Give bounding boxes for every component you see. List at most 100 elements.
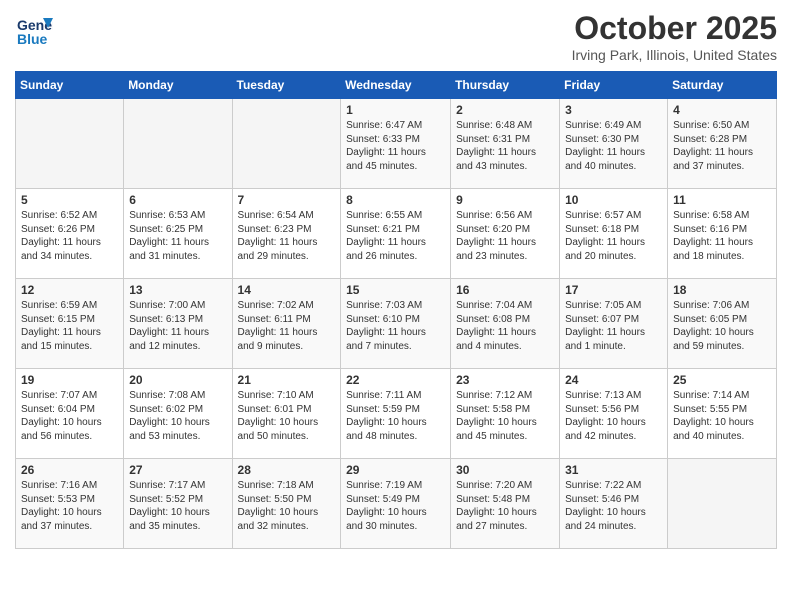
day-number: 6 (129, 193, 226, 207)
day-number: 12 (21, 283, 118, 297)
day-number: 22 (346, 373, 445, 387)
calendar-cell: 15 Sunrise: 7:03 AM Sunset: 6:10 PM Dayli… (341, 279, 451, 369)
calendar-cell: 5 Sunrise: 6:52 AM Sunset: 6:26 PM Daylig… (16, 189, 124, 279)
day-number: 23 (456, 373, 554, 387)
calendar-cell: 30Sunrise: 7:20 AM Sunset: 5:48 PM Dayli… (451, 459, 560, 549)
day-number: 11 (673, 193, 771, 207)
day-info: Sunrise: 7:03 AM Sunset: 6:10 PM Dayligh… (346, 299, 445, 353)
day-number: 19 (21, 373, 118, 387)
day-info: Sunrise: 6:47 AM Sunset: 6:33 PM Dayligh… (346, 119, 445, 173)
calendar-cell: 22Sunrise: 7:11 AM Sunset: 5:59 PM Dayli… (341, 369, 451, 459)
day-info: Sunrise: 7:22 AM Sunset: 5:46 PM Dayligh… (565, 479, 662, 533)
calendar-table: SundayMondayTuesdayWednesdayThursdayFrid… (15, 71, 777, 549)
week-row-2: 5 Sunrise: 6:52 AM Sunset: 6:26 PM Daylig… (16, 189, 777, 279)
calendar-cell: 24 Sunrise: 7:13 AM Sunset: 5:56 PM Dayli… (560, 369, 668, 459)
day-number: 24 (565, 373, 662, 387)
day-number: 7 (238, 193, 336, 207)
calendar-cell: 9Sunrise: 6:56 AM Sunset: 6:20 PM Daylig… (451, 189, 560, 279)
calendar-cell: 7 Sunrise: 6:54 AM Sunset: 6:23 PM Daylig… (232, 189, 341, 279)
calendar-cell (16, 99, 124, 189)
week-row-5: 26 Sunrise: 7:16 AM Sunset: 5:53 PM Dayli… (16, 459, 777, 549)
calendar-cell: 1 Sunrise: 6:47 AM Sunset: 6:33 PM Daylig… (341, 99, 451, 189)
day-info: Sunrise: 7:00 AM Sunset: 6:13 PM Dayligh… (129, 299, 226, 353)
calendar-cell: 11 Sunrise: 6:58 AM Sunset: 6:16 PM Dayli… (668, 189, 777, 279)
weekday-header-thursday: Thursday (451, 72, 560, 99)
calendar-cell (232, 99, 341, 189)
week-row-4: 19 Sunrise: 7:07 AM Sunset: 6:04 PM Dayli… (16, 369, 777, 459)
day-number: 8 (346, 193, 445, 207)
calendar-cell: 2 Sunrise: 6:48 AM Sunset: 6:31 PM Daylig… (451, 99, 560, 189)
day-number: 16 (456, 283, 554, 297)
page-header: General Blue October 2025 Irving Park, I… (15, 10, 777, 63)
day-number: 10 (565, 193, 662, 207)
day-number: 4 (673, 103, 771, 117)
day-info: Sunrise: 6:48 AM Sunset: 6:31 PM Dayligh… (456, 119, 554, 173)
day-info: Sunrise: 7:07 AM Sunset: 6:04 PM Dayligh… (21, 389, 118, 443)
day-number: 20 (129, 373, 226, 387)
day-info: Sunrise: 7:12 AM Sunset: 5:58 PM Dayligh… (456, 389, 554, 443)
day-number: 3 (565, 103, 662, 117)
day-info: Sunrise: 7:10 AM Sunset: 6:01 PM Dayligh… (238, 389, 336, 443)
calendar-cell: 25 Sunrise: 7:14 AM Sunset: 5:55 PM Dayli… (668, 369, 777, 459)
calendar-cell: 3 Sunrise: 6:49 AM Sunset: 6:30 PM Daylig… (560, 99, 668, 189)
day-number: 14 (238, 283, 336, 297)
day-number: 1 (346, 103, 445, 117)
weekday-header-monday: Monday (124, 72, 232, 99)
day-info: Sunrise: 7:06 AM Sunset: 6:05 PM Dayligh… (673, 299, 771, 353)
day-number: 29 (346, 463, 445, 477)
logo: General Blue (15, 10, 57, 48)
day-number: 27 (129, 463, 226, 477)
day-info: Sunrise: 7:05 AM Sunset: 6:07 PM Dayligh… (565, 299, 662, 353)
calendar-cell: 20Sunrise: 7:08 AM Sunset: 6:02 PM Dayli… (124, 369, 232, 459)
day-info: Sunrise: 7:13 AM Sunset: 5:56 PM Dayligh… (565, 389, 662, 443)
day-number: 26 (21, 463, 118, 477)
calendar-cell: 14Sunrise: 7:02 AM Sunset: 6:11 PM Dayli… (232, 279, 341, 369)
calendar-cell: 31Sunrise: 7:22 AM Sunset: 5:46 PM Dayli… (560, 459, 668, 549)
calendar-cell: 12 Sunrise: 6:59 AM Sunset: 6:15 PM Dayli… (16, 279, 124, 369)
day-info: Sunrise: 6:58 AM Sunset: 6:16 PM Dayligh… (673, 209, 771, 263)
calendar-cell: 26 Sunrise: 7:16 AM Sunset: 5:53 PM Dayli… (16, 459, 124, 549)
month-title: October 2025 (572, 10, 777, 47)
day-number: 17 (565, 283, 662, 297)
calendar-cell: 10 Sunrise: 6:57 AM Sunset: 6:18 PM Dayli… (560, 189, 668, 279)
calendar-cell (124, 99, 232, 189)
day-number: 2 (456, 103, 554, 117)
day-number: 28 (238, 463, 336, 477)
calendar-cell: 28Sunrise: 7:18 AM Sunset: 5:50 PM Dayli… (232, 459, 341, 549)
calendar-cell: 8 Sunrise: 6:55 AM Sunset: 6:21 PM Daylig… (341, 189, 451, 279)
calendar-cell (668, 459, 777, 549)
day-number: 30 (456, 463, 554, 477)
day-info: Sunrise: 7:14 AM Sunset: 5:55 PM Dayligh… (673, 389, 771, 443)
logo-icon: General Blue (15, 10, 53, 48)
location-title: Irving Park, Illinois, United States (572, 47, 777, 63)
day-info: Sunrise: 7:16 AM Sunset: 5:53 PM Dayligh… (21, 479, 118, 533)
day-number: 9 (456, 193, 554, 207)
day-info: Sunrise: 6:55 AM Sunset: 6:21 PM Dayligh… (346, 209, 445, 263)
title-area: October 2025 Irving Park, Illinois, Unit… (572, 10, 777, 63)
day-number: 18 (673, 283, 771, 297)
calendar-cell: 27 Sunrise: 7:17 AM Sunset: 5:52 PM Dayli… (124, 459, 232, 549)
day-number: 25 (673, 373, 771, 387)
day-info: Sunrise: 6:57 AM Sunset: 6:18 PM Dayligh… (565, 209, 662, 263)
day-info: Sunrise: 6:49 AM Sunset: 6:30 PM Dayligh… (565, 119, 662, 173)
calendar-cell: 4 Sunrise: 6:50 AM Sunset: 6:28 PM Daylig… (668, 99, 777, 189)
day-info: Sunrise: 7:17 AM Sunset: 5:52 PM Dayligh… (129, 479, 226, 533)
calendar-cell: 6Sunrise: 6:53 AM Sunset: 6:25 PM Daylig… (124, 189, 232, 279)
weekday-header-wednesday: Wednesday (341, 72, 451, 99)
weekday-header-row: SundayMondayTuesdayWednesdayThursdayFrid… (16, 72, 777, 99)
day-number: 15 (346, 283, 445, 297)
svg-text:Blue: Blue (17, 31, 48, 47)
day-number: 13 (129, 283, 226, 297)
week-row-3: 12 Sunrise: 6:59 AM Sunset: 6:15 PM Dayli… (16, 279, 777, 369)
day-number: 21 (238, 373, 336, 387)
calendar-cell: 13 Sunrise: 7:00 AM Sunset: 6:13 PM Dayli… (124, 279, 232, 369)
day-info: Sunrise: 6:59 AM Sunset: 6:15 PM Dayligh… (21, 299, 118, 353)
weekday-header-sunday: Sunday (16, 72, 124, 99)
day-number: 5 (21, 193, 118, 207)
day-info: Sunrise: 6:50 AM Sunset: 6:28 PM Dayligh… (673, 119, 771, 173)
weekday-header-saturday: Saturday (668, 72, 777, 99)
calendar-cell: 18 Sunrise: 7:06 AM Sunset: 6:05 PM Dayli… (668, 279, 777, 369)
day-info: Sunrise: 6:52 AM Sunset: 6:26 PM Dayligh… (21, 209, 118, 263)
day-info: Sunrise: 6:54 AM Sunset: 6:23 PM Dayligh… (238, 209, 336, 263)
calendar-cell: 29Sunrise: 7:19 AM Sunset: 5:49 PM Dayli… (341, 459, 451, 549)
